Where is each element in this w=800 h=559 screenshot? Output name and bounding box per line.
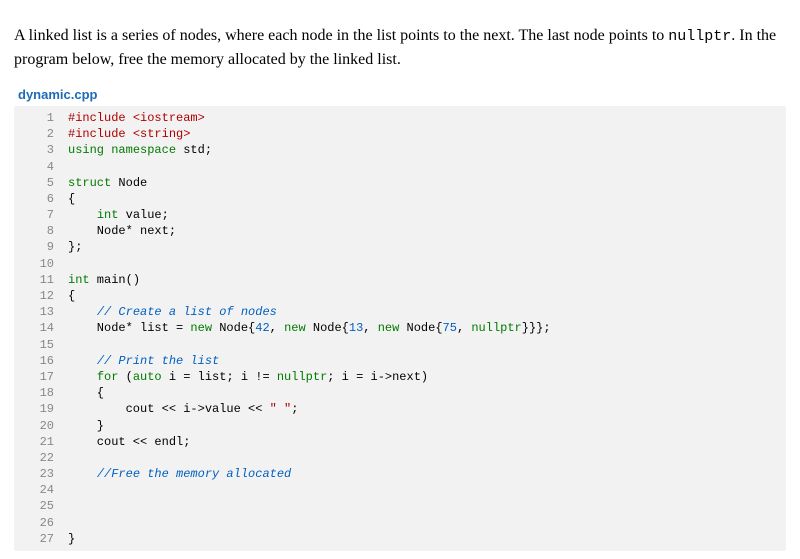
line-number: 19 (14, 401, 68, 417)
line-code: }; (68, 239, 786, 255)
line-code: // Print the list (68, 353, 786, 369)
line-code: { (68, 385, 786, 401)
line-code (68, 337, 786, 353)
line-code: using namespace std; (68, 142, 786, 158)
code-line: 22 (14, 450, 786, 466)
line-code: int main() (68, 272, 786, 288)
intro-text-1: A linked list is a series of nodes, wher… (14, 27, 668, 44)
line-number: 15 (14, 337, 68, 353)
code-line: 21 cout << endl; (14, 434, 786, 450)
line-number: 18 (14, 385, 68, 401)
line-code: } (68, 418, 786, 434)
line-number: 14 (14, 320, 68, 336)
code-line: 10 (14, 256, 786, 272)
line-code: int value; (68, 207, 786, 223)
code-line: 6{ (14, 191, 786, 207)
code-line: 23 //Free the memory allocated (14, 466, 786, 482)
filename-label: dynamic.cpp (18, 87, 786, 102)
line-code: #include <string> (68, 126, 786, 142)
code-line: 8 Node* next; (14, 223, 786, 239)
code-block: 1#include <iostream>2#include <string>3u… (14, 106, 786, 551)
intro-code-nullptr: nullptr (668, 28, 731, 45)
code-line: 4 (14, 159, 786, 175)
line-code: cout << endl; (68, 434, 786, 450)
line-number: 12 (14, 288, 68, 304)
line-code: struct Node (68, 175, 786, 191)
code-line: 15 (14, 337, 786, 353)
line-code: { (68, 191, 786, 207)
line-number: 21 (14, 434, 68, 450)
line-code (68, 482, 786, 498)
code-line: 9}; (14, 239, 786, 255)
line-number: 2 (14, 126, 68, 142)
line-code (68, 450, 786, 466)
code-line: 20 } (14, 418, 786, 434)
code-line: 25 (14, 498, 786, 514)
line-number: 20 (14, 418, 68, 434)
line-number: 17 (14, 369, 68, 385)
line-number: 9 (14, 239, 68, 255)
code-line: 7 int value; (14, 207, 786, 223)
line-number: 24 (14, 482, 68, 498)
line-code: { (68, 288, 786, 304)
line-number: 26 (14, 515, 68, 531)
code-line: 16 // Print the list (14, 353, 786, 369)
line-code: // Create a list of nodes (68, 304, 786, 320)
line-code (68, 256, 786, 272)
line-code: } (68, 531, 786, 547)
line-number: 10 (14, 256, 68, 272)
line-number: 11 (14, 272, 68, 288)
code-line: 5struct Node (14, 175, 786, 191)
line-number: 8 (14, 223, 68, 239)
code-line: 18 { (14, 385, 786, 401)
line-code: Node* next; (68, 223, 786, 239)
code-line: 17 for (auto i = list; i != nullptr; i =… (14, 369, 786, 385)
code-line: 19 cout << i->value << " "; (14, 401, 786, 417)
code-line: 11int main() (14, 272, 786, 288)
code-line: 14 Node* list = new Node{42, new Node{13… (14, 320, 786, 336)
code-line: 3using namespace std; (14, 142, 786, 158)
code-line: 12{ (14, 288, 786, 304)
line-number: 22 (14, 450, 68, 466)
line-code (68, 498, 786, 514)
code-line: 26 (14, 515, 786, 531)
line-code (68, 159, 786, 175)
line-code: //Free the memory allocated (68, 466, 786, 482)
code-line: 1#include <iostream> (14, 110, 786, 126)
line-code: #include <iostream> (68, 110, 786, 126)
line-number: 27 (14, 531, 68, 547)
line-code: cout << i->value << " "; (68, 401, 786, 417)
line-number: 7 (14, 207, 68, 223)
line-number: 16 (14, 353, 68, 369)
line-code (68, 515, 786, 531)
code-line: 13 // Create a list of nodes (14, 304, 786, 320)
line-number: 1 (14, 110, 68, 126)
line-number: 3 (14, 142, 68, 158)
line-number: 4 (14, 159, 68, 175)
code-line: 24 (14, 482, 786, 498)
line-code: Node* list = new Node{42, new Node{13, n… (68, 320, 786, 336)
code-line: 2#include <string> (14, 126, 786, 142)
line-number: 6 (14, 191, 68, 207)
line-code: for (auto i = list; i != nullptr; i = i-… (68, 369, 786, 385)
line-number: 25 (14, 498, 68, 514)
line-number: 5 (14, 175, 68, 191)
line-number: 13 (14, 304, 68, 320)
code-line: 27} (14, 531, 786, 547)
line-number: 23 (14, 466, 68, 482)
intro-paragraph: A linked list is a series of nodes, wher… (14, 24, 786, 71)
